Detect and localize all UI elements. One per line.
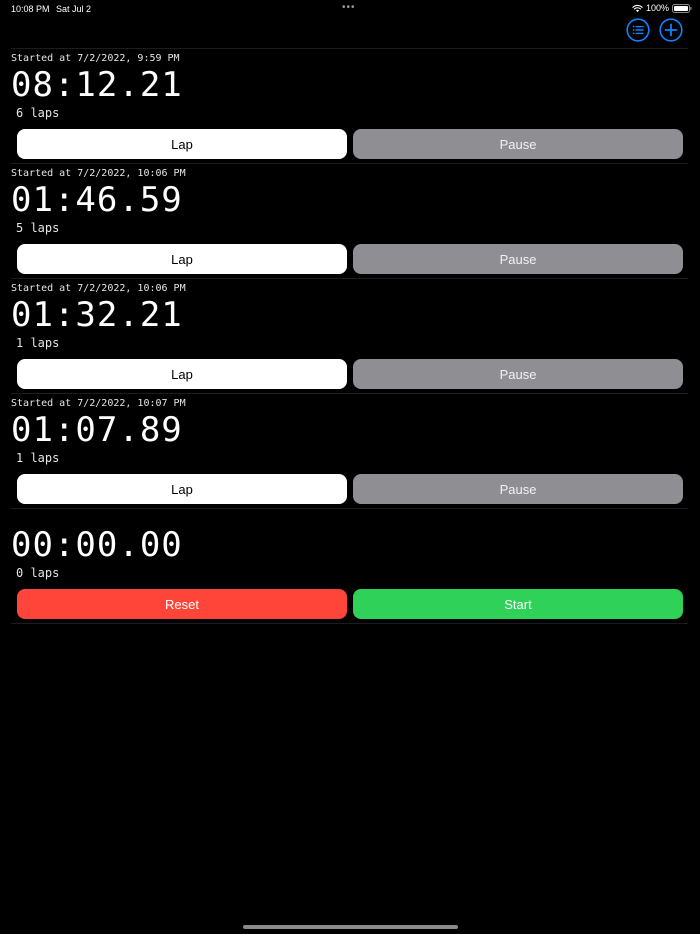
wifi-icon	[632, 4, 643, 12]
started-label: Started at 7/2/2022, 10:07 PM	[11, 398, 186, 409]
lap-count: 6 laps	[16, 106, 60, 120]
lap-button[interactable]: Lap	[17, 359, 347, 389]
status-date: Sat Jul 2	[56, 4, 92, 14]
elapsed-time: 01:07.89	[11, 410, 183, 450]
add-timer-button[interactable]	[659, 18, 683, 42]
timer-row-new: 00:00.00 0 laps Reset Start	[11, 508, 688, 624]
lap-button[interactable]: Lap	[17, 474, 347, 504]
list-button[interactable]	[626, 18, 650, 42]
lap-count: 5 laps	[16, 221, 60, 235]
battery-icon	[672, 3, 692, 13]
start-button[interactable]: Start	[353, 589, 683, 619]
multitasking-dots-icon[interactable]: •••	[342, 3, 356, 13]
home-indicator[interactable]	[243, 925, 458, 929]
started-label: Started at 7/2/2022, 9:59 PM	[11, 53, 180, 64]
started-label: Started at 7/2/2022, 10:06 PM	[11, 168, 186, 179]
lap-count: 0 laps	[16, 566, 60, 580]
status-time: 10:08 PM	[11, 4, 50, 14]
elapsed-time: 01:46.59	[11, 180, 183, 220]
timer-list: Started at 7/2/2022, 9:59 PM 08:12.21 6 …	[11, 48, 688, 624]
pause-button[interactable]: Pause	[353, 474, 683, 504]
lap-button[interactable]: Lap	[17, 129, 347, 159]
list-icon	[626, 18, 650, 42]
status-right: 100%	[632, 3, 692, 13]
pause-button[interactable]: Pause	[353, 129, 683, 159]
timer-row: Started at 7/2/2022, 9:59 PM 08:12.21 6 …	[11, 48, 688, 163]
lap-count: 1 laps	[16, 451, 60, 465]
pause-button[interactable]: Pause	[353, 244, 683, 274]
elapsed-time: 08:12.21	[11, 65, 183, 105]
lap-count: 1 laps	[16, 336, 60, 350]
timer-row: Started at 7/2/2022, 10:06 PM 01:32.21 1…	[11, 278, 688, 393]
plus-circle-icon	[659, 18, 683, 42]
reset-button[interactable]: Reset	[17, 589, 347, 619]
battery-percentage: 100%	[645, 3, 669, 13]
lap-button[interactable]: Lap	[17, 244, 347, 274]
status-bar: 10:08 PM Sat Jul 2 ••• 100%	[0, 0, 700, 18]
elapsed-time: 01:32.21	[11, 295, 183, 335]
timer-row: Started at 7/2/2022, 10:07 PM 01:07.89 1…	[11, 393, 688, 508]
timer-row: Started at 7/2/2022, 10:06 PM 01:46.59 5…	[11, 163, 688, 278]
started-label: Started at 7/2/2022, 10:06 PM	[11, 283, 186, 294]
elapsed-time: 00:00.00	[11, 525, 183, 565]
pause-button[interactable]: Pause	[353, 359, 683, 389]
